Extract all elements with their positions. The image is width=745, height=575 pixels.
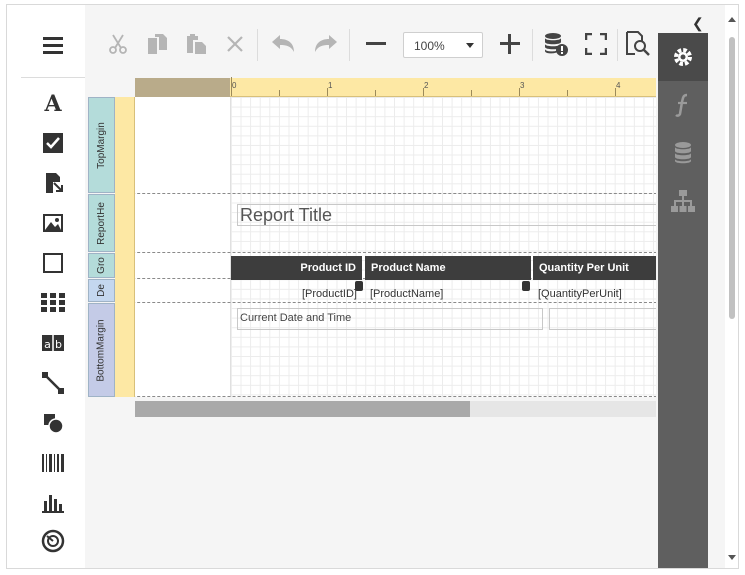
- toolbar-divider: [532, 29, 533, 61]
- band-label-text: BottomMargin: [96, 318, 107, 382]
- ruler-tick: [375, 90, 376, 96]
- table-header-cell[interactable]: Product Name: [365, 256, 531, 280]
- label-icon[interactable]: A: [35, 89, 71, 117]
- ruler-tick: [279, 90, 280, 96]
- delete-icon[interactable]: [222, 31, 248, 57]
- current-date-time[interactable]: Current Date and Time: [237, 308, 543, 330]
- band-boundary: [135, 252, 656, 253]
- hamburger-menu-icon[interactable]: [35, 31, 71, 59]
- copy-icon[interactable]: [144, 31, 170, 57]
- band-top-margin[interactable]: TopMargin: [88, 97, 115, 193]
- svg-text:b: b: [55, 338, 62, 351]
- database-icon: [355, 281, 363, 291]
- band-label-text: TopMargin: [96, 121, 108, 169]
- undo-icon[interactable]: [270, 31, 296, 57]
- cut-icon[interactable]: [105, 31, 131, 57]
- band-label-text: Gro: [95, 257, 107, 274]
- report-title[interactable]: Report Title: [237, 204, 656, 226]
- gauge-icon[interactable]: [35, 527, 71, 555]
- preview-icon[interactable]: [625, 31, 651, 57]
- ruler-tick: [423, 88, 424, 96]
- left-margin-area: [135, 97, 231, 397]
- panel-icon[interactable]: [35, 249, 71, 277]
- band-boundary: [135, 193, 656, 194]
- zoom-value: 100%: [414, 39, 445, 53]
- right-panel: [658, 33, 708, 568]
- toolbox-divider: [21, 77, 85, 78]
- barcode-icon[interactable]: [35, 449, 71, 477]
- shape-icon[interactable]: [35, 409, 71, 437]
- band-label-text: ReportHe: [96, 201, 107, 245]
- ruler-margin-shade: [135, 78, 230, 97]
- ruler-number: 0: [232, 81, 237, 90]
- table-data-cell[interactable]: [QuantityPerUnit]: [533, 283, 656, 305]
- top-toolbar: 100%: [85, 15, 656, 75]
- table-icon[interactable]: [35, 289, 71, 317]
- subreport-icon[interactable]: [35, 169, 71, 197]
- page-info-box[interactable]: [549, 308, 656, 330]
- table-data-cell[interactable]: [ProductID]: [231, 283, 362, 305]
- toolbar-divider: [617, 29, 618, 61]
- validate-bindings-icon[interactable]: [543, 31, 569, 57]
- character-comb-icon[interactable]: ab: [35, 329, 71, 357]
- horizontal-ruler: 0 1 2 3 4: [135, 77, 656, 97]
- collapse-panel-icon[interactable]: ❮: [692, 15, 704, 32]
- expressions-icon[interactable]: [658, 81, 708, 129]
- band-report-header[interactable]: ReportHe: [88, 194, 115, 252]
- svg-text:a: a: [44, 338, 51, 351]
- design-surface[interactable]: Report Title Product ID Product Name Qua…: [135, 97, 656, 397]
- toolbox: A ab: [7, 5, 85, 568]
- line-icon[interactable]: [35, 369, 71, 397]
- band-boundary: [135, 396, 656, 397]
- ruler-tick: [327, 88, 328, 96]
- ruler-tick: [519, 88, 520, 96]
- ruler-tick: [471, 90, 472, 96]
- zoom-in-icon[interactable]: [497, 31, 523, 57]
- table-header-cell[interactable]: Quantity Per Unit: [533, 256, 656, 280]
- ruler-number: 3: [520, 81, 525, 90]
- chevron-down-icon: [466, 43, 474, 48]
- paste-icon[interactable]: [183, 31, 209, 57]
- redo-icon[interactable]: [313, 31, 339, 57]
- checkbox-icon[interactable]: [35, 129, 71, 157]
- ruler-tick: [615, 88, 616, 96]
- toolbar-divider: [349, 29, 350, 61]
- vertical-ruler: [115, 97, 135, 397]
- scrollbar-thumb[interactable]: [729, 37, 735, 319]
- ruler-number: 2: [424, 81, 429, 90]
- scroll-up-icon[interactable]: [728, 17, 736, 22]
- table-data-cell[interactable]: [ProductName]: [365, 283, 531, 305]
- ruler-tick: [231, 77, 232, 96]
- band-label-text: De: [95, 284, 107, 297]
- scrollbar-thumb[interactable]: [135, 401, 470, 417]
- vertical-scrollbar[interactable]: [725, 5, 738, 568]
- band-labels: TopMargin ReportHe Gro De BottomMargin: [88, 97, 115, 397]
- table-header-cell[interactable]: Product ID: [231, 256, 362, 280]
- scroll-down-icon[interactable]: [728, 555, 736, 560]
- properties-gear-icon[interactable]: [658, 33, 708, 81]
- picture-box-icon[interactable]: [35, 209, 71, 237]
- band-detail[interactable]: De: [88, 279, 115, 302]
- band-group-header[interactable]: Gro: [88, 253, 115, 278]
- zoom-out-icon[interactable]: [363, 31, 389, 57]
- horizontal-scrollbar[interactable]: [135, 401, 656, 417]
- zoom-select[interactable]: 100%: [403, 32, 483, 58]
- ruler-tick: [567, 90, 568, 96]
- field-list-database-icon[interactable]: [658, 129, 708, 177]
- full-screen-icon[interactable]: [583, 31, 609, 57]
- report-designer: A ab 100% 0 1 2 3 4 TopMargin ReportHe G…: [6, 4, 739, 569]
- ruler-number: 4: [616, 81, 621, 90]
- band-bottom-margin[interactable]: BottomMargin: [88, 303, 115, 397]
- svg-text:A: A: [43, 92, 62, 114]
- report-explorer-icon[interactable]: [658, 177, 708, 225]
- ruler-number: 1: [328, 81, 333, 90]
- toolbar-divider: [257, 29, 258, 61]
- chart-icon[interactable]: [35, 489, 71, 517]
- database-icon: [522, 281, 530, 291]
